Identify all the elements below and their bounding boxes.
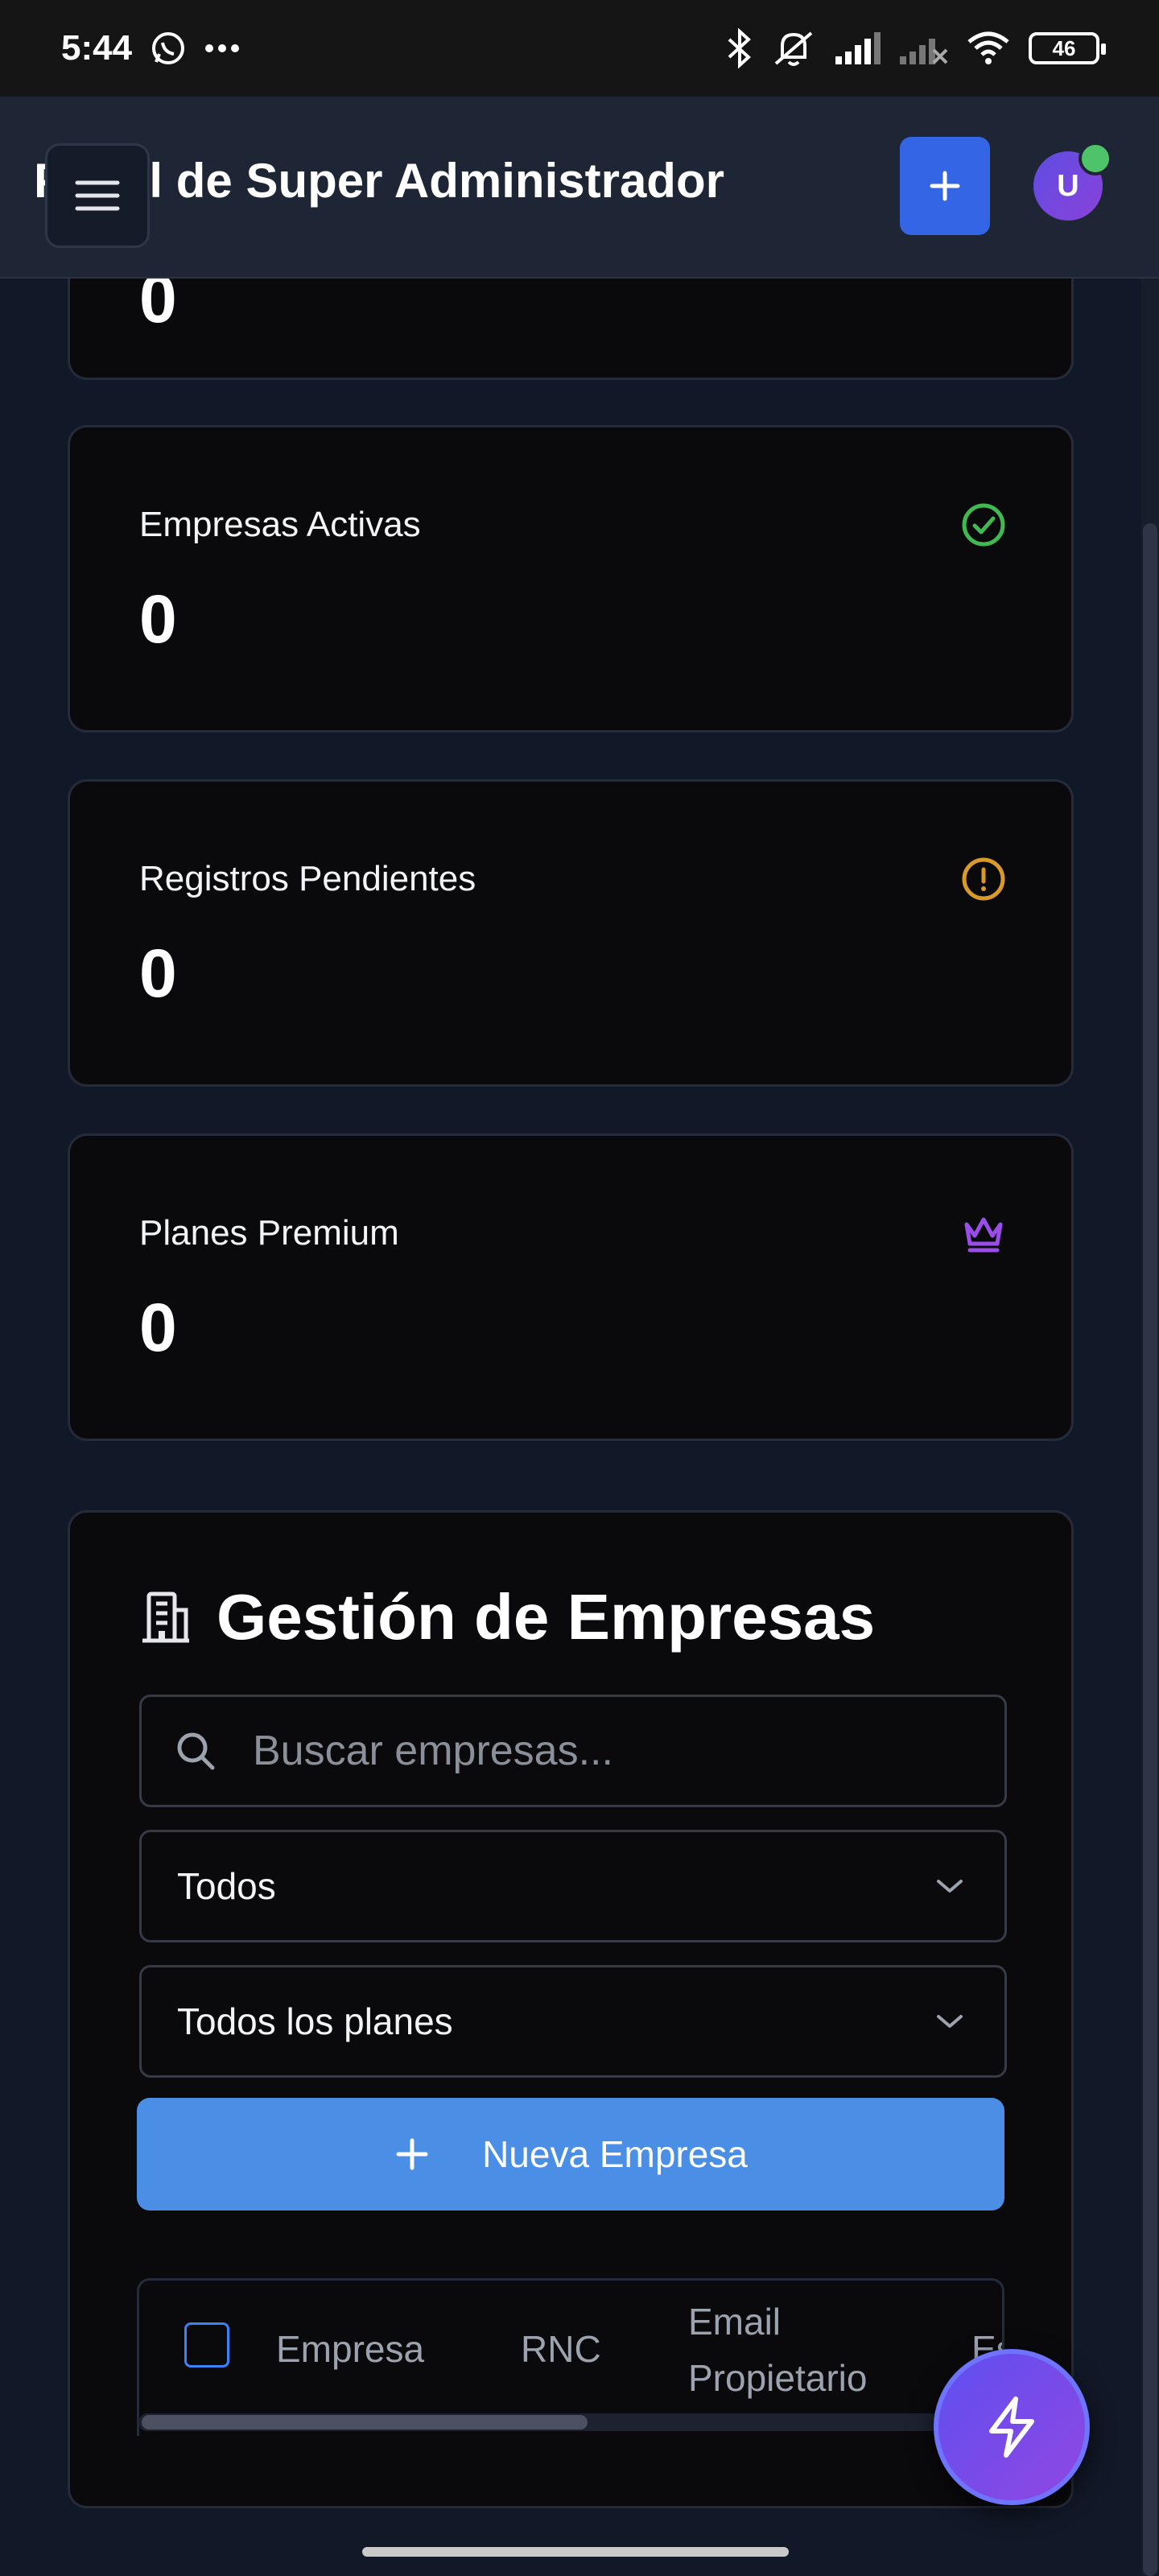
lightning-icon: [989, 2396, 1034, 2458]
chevron-down-icon: [937, 2015, 963, 2028]
alert-circle-icon: [962, 857, 1005, 901]
new-company-button[interactable]: Nueva Empresa: [137, 2098, 1004, 2211]
status-filter-select[interactable]: Todos: [139, 1830, 1007, 1942]
quick-action-button[interactable]: [934, 2349, 1090, 2505]
mute-icon: [774, 31, 813, 66]
bluetooth-icon: [728, 28, 751, 68]
plan-filter-select[interactable]: Todos los planes: [139, 1965, 1007, 2078]
app-header: Panel de Super Administrador U: [0, 97, 1159, 279]
menu-button[interactable]: [45, 143, 150, 248]
status-time: 5:44: [61, 28, 133, 68]
add-button[interactable]: [900, 137, 990, 235]
wifi-icon: [967, 31, 1009, 64]
companies-table: Empresa RNC Email Propietario Es: [137, 2278, 1004, 2436]
status-bar: 5:44 46: [0, 0, 1159, 97]
stat-value: 0: [139, 1290, 177, 1365]
stat-card-premium-plans: Planes Premium 0: [68, 1133, 1074, 1441]
column-header-rnc[interactable]: RNC: [521, 2321, 601, 2377]
stat-label: Registros Pendientes: [139, 859, 476, 898]
signal-icon: [835, 32, 881, 64]
stat-value: 0: [139, 581, 177, 657]
whatsapp-icon: [152, 32, 185, 64]
more-icon: [205, 44, 240, 52]
stat-value: 0: [139, 935, 177, 1011]
stat-label: Empresas Activas: [139, 505, 421, 544]
avatar-initial: U: [1057, 168, 1079, 203]
check-circle-icon: [962, 503, 1005, 547]
chevron-down-icon: [937, 1880, 963, 1893]
building-icon: [142, 1591, 189, 1643]
plan-filter-value: Todos los planes: [177, 2000, 453, 2042]
search-icon: [177, 1732, 215, 1770]
battery-icon: 46: [1029, 32, 1106, 64]
stat-label: Planes Premium: [139, 1213, 399, 1253]
column-header-owner-email[interactable]: Email Propietario: [688, 2293, 897, 2406]
status-filter-value: Todos: [177, 1865, 276, 1907]
hamburger-icon: [75, 180, 120, 211]
search-placeholder: Buscar empresas...: [253, 1728, 613, 1774]
stat-card-pending-registrations: Registros Pendientes 0: [68, 779, 1074, 1087]
new-company-label: Nueva Empresa: [482, 2133, 748, 2175]
select-all-checkbox[interactable]: [184, 2322, 229, 2368]
plus-icon: [930, 171, 960, 201]
page-scroll-thumb[interactable]: [1143, 523, 1157, 2576]
column-header-company[interactable]: Empresa: [276, 2321, 424, 2377]
signal-no-service-icon: [900, 39, 948, 64]
battery-level: 46: [1052, 35, 1076, 60]
crown-icon: [964, 1217, 1003, 1253]
plus-icon: [396, 2138, 428, 2170]
section-header: Gestión de Empresas: [139, 1580, 875, 1654]
stat-card-active-companies: Empresas Activas 0: [68, 425, 1074, 733]
section-title: Gestión de Empresas: [217, 1581, 876, 1653]
page: 5:44 46 0 Empresas Activas 0 Registros P…: [0, 0, 1159, 2576]
search-input[interactable]: Buscar empresas...: [139, 1695, 1007, 1807]
table-horizontal-scroll-thumb[interactable]: [142, 2415, 588, 2429]
home-indicator[interactable]: [362, 2547, 789, 2557]
online-status-dot: [1079, 142, 1112, 175]
